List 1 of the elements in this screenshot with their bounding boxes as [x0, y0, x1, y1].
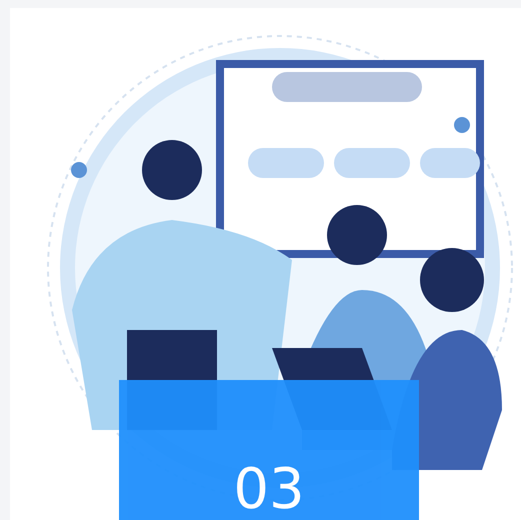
number-text: 03 — [233, 462, 305, 518]
